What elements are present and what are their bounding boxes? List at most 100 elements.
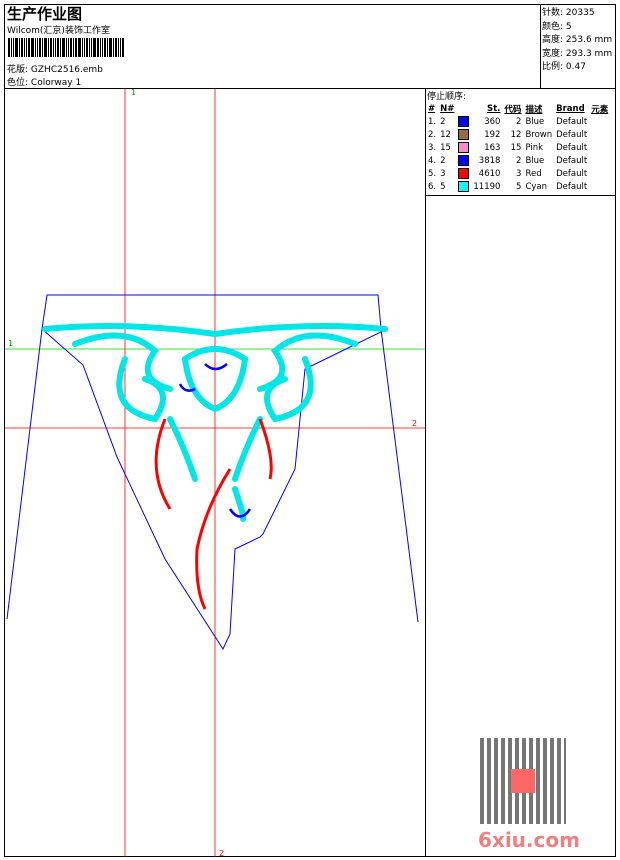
table-divider bbox=[425, 195, 616, 196]
barcode-bar bbox=[53, 38, 54, 57]
barcode-bar bbox=[35, 38, 36, 57]
barcode-bar bbox=[107, 38, 108, 57]
stat-item: 针数: 20335 bbox=[542, 5, 595, 18]
thread-brand: Default bbox=[556, 181, 588, 192]
barcode-bar bbox=[60, 38, 61, 57]
guide-label-top: 1 bbox=[131, 89, 136, 97]
color-swatch bbox=[458, 129, 470, 140]
embroidery-red bbox=[154, 418, 273, 610]
stats-divider bbox=[540, 4, 541, 88]
barcode-bar bbox=[11, 38, 12, 57]
stat-item: 比例: 0.47 bbox=[542, 59, 586, 72]
stat-label: 针数: bbox=[542, 8, 564, 18]
thread-brand: Default bbox=[556, 116, 588, 127]
barcode-bar bbox=[39, 38, 41, 57]
color-swatch bbox=[458, 155, 470, 166]
sequence-title: 停止顺序: bbox=[427, 92, 467, 102]
barcode-bar bbox=[115, 38, 117, 57]
barcode bbox=[8, 38, 151, 57]
color-description: Red bbox=[525, 168, 542, 179]
needle-number: 2 bbox=[440, 116, 446, 127]
barcode-bar bbox=[118, 38, 119, 57]
barcode-bar bbox=[15, 38, 18, 57]
guide-label-left: 1 bbox=[8, 339, 13, 348]
stat-label: 宽度: bbox=[542, 48, 564, 59]
color-swatch-cell bbox=[456, 167, 471, 180]
barcode-bar bbox=[113, 38, 114, 57]
stat-value: 253.6 mm bbox=[565, 35, 613, 45]
stitch-count: 360 bbox=[484, 116, 501, 127]
watermark-logo: 6xiu.com bbox=[478, 828, 580, 852]
stitch-count: 163 bbox=[484, 142, 501, 153]
color-code: 3 bbox=[516, 168, 522, 179]
element bbox=[589, 180, 610, 193]
color-description: Blue bbox=[525, 116, 545, 127]
table-row: 2. 12 192 12 Brown Default bbox=[426, 128, 610, 141]
color-code: 15 bbox=[510, 142, 522, 153]
barcode-bar bbox=[24, 38, 25, 57]
color-code: 2 bbox=[516, 155, 522, 166]
color-swatch bbox=[458, 168, 470, 179]
barcode-bar bbox=[78, 38, 81, 57]
column-header: St. bbox=[487, 103, 501, 114]
needle-number: 12 bbox=[440, 129, 451, 140]
barcode-bar bbox=[109, 38, 112, 57]
barcode-bar bbox=[82, 38, 83, 57]
barcode-bar bbox=[70, 38, 72, 57]
barcode-bar bbox=[19, 38, 20, 57]
barcode-bar bbox=[13, 38, 14, 57]
stat-label: 比例: bbox=[542, 62, 564, 72]
stat-item: 宽度: 293.3 mm bbox=[542, 46, 612, 59]
table-row: 4. 2 3818 2 Blue Default bbox=[426, 154, 610, 167]
stitch-count: 3818 bbox=[478, 155, 501, 166]
table-row: 5. 3 4610 3 Red Default bbox=[426, 167, 610, 180]
color-description: Brown bbox=[525, 129, 553, 140]
barcode-bar bbox=[75, 38, 77, 57]
barcode-bar bbox=[89, 38, 90, 57]
barcode-bar bbox=[31, 38, 34, 57]
color-swatch-cell bbox=[456, 180, 471, 193]
barcode-bar bbox=[104, 38, 106, 57]
stitch-count: 4610 bbox=[478, 168, 501, 179]
barcode-bar bbox=[44, 38, 47, 57]
needle-number: 15 bbox=[440, 142, 451, 153]
color-code: 2 bbox=[516, 116, 522, 127]
table-row: 1. 2 360 2 Blue Default bbox=[426, 115, 610, 128]
barcode-bar bbox=[42, 38, 43, 57]
element bbox=[589, 115, 610, 128]
thread-brand: Default bbox=[556, 168, 588, 179]
color-swatch bbox=[458, 181, 470, 192]
stat-value: 5 bbox=[565, 21, 572, 32]
table-row: 6. 5 11190 5 Cyan Default bbox=[426, 180, 610, 193]
color-swatch-cell bbox=[456, 128, 471, 141]
column-header: # bbox=[428, 103, 436, 114]
barcode-bar bbox=[50, 38, 52, 57]
page-title: 生产作业图 bbox=[7, 5, 83, 23]
barcode-bar bbox=[55, 38, 56, 57]
barcode-bar bbox=[68, 38, 69, 57]
column-header bbox=[456, 102, 471, 115]
color-code: 5 bbox=[516, 181, 522, 192]
color-swatch bbox=[458, 142, 470, 153]
colorway-value: Colorway 1 bbox=[30, 78, 82, 88]
barcode-bar bbox=[73, 38, 74, 57]
barcode-bar bbox=[84, 38, 85, 57]
element bbox=[589, 141, 610, 154]
element bbox=[589, 128, 610, 141]
color-swatch bbox=[458, 116, 470, 127]
barcode-bar bbox=[100, 38, 101, 57]
barcode-bar bbox=[122, 38, 124, 57]
row-index: 4. bbox=[428, 155, 437, 166]
column-header: N# bbox=[440, 103, 455, 114]
design-file: GZHC2516.emb bbox=[30, 65, 103, 75]
design-preview: 1 1 2 2 bbox=[5, 89, 425, 857]
row-index: 2. bbox=[428, 129, 437, 140]
design-label: 花版: GZHC2516.emb bbox=[7, 65, 103, 75]
column-header: 代码 bbox=[504, 104, 522, 115]
stat-label: 高度: bbox=[542, 35, 564, 45]
colorway-label: 色位: Colorway 1 bbox=[7, 78, 82, 88]
row-index: 1. bbox=[428, 116, 437, 127]
row-index: 6. bbox=[428, 181, 437, 192]
thread-brand: Default bbox=[556, 142, 588, 153]
needle-number: 5 bbox=[440, 181, 446, 192]
